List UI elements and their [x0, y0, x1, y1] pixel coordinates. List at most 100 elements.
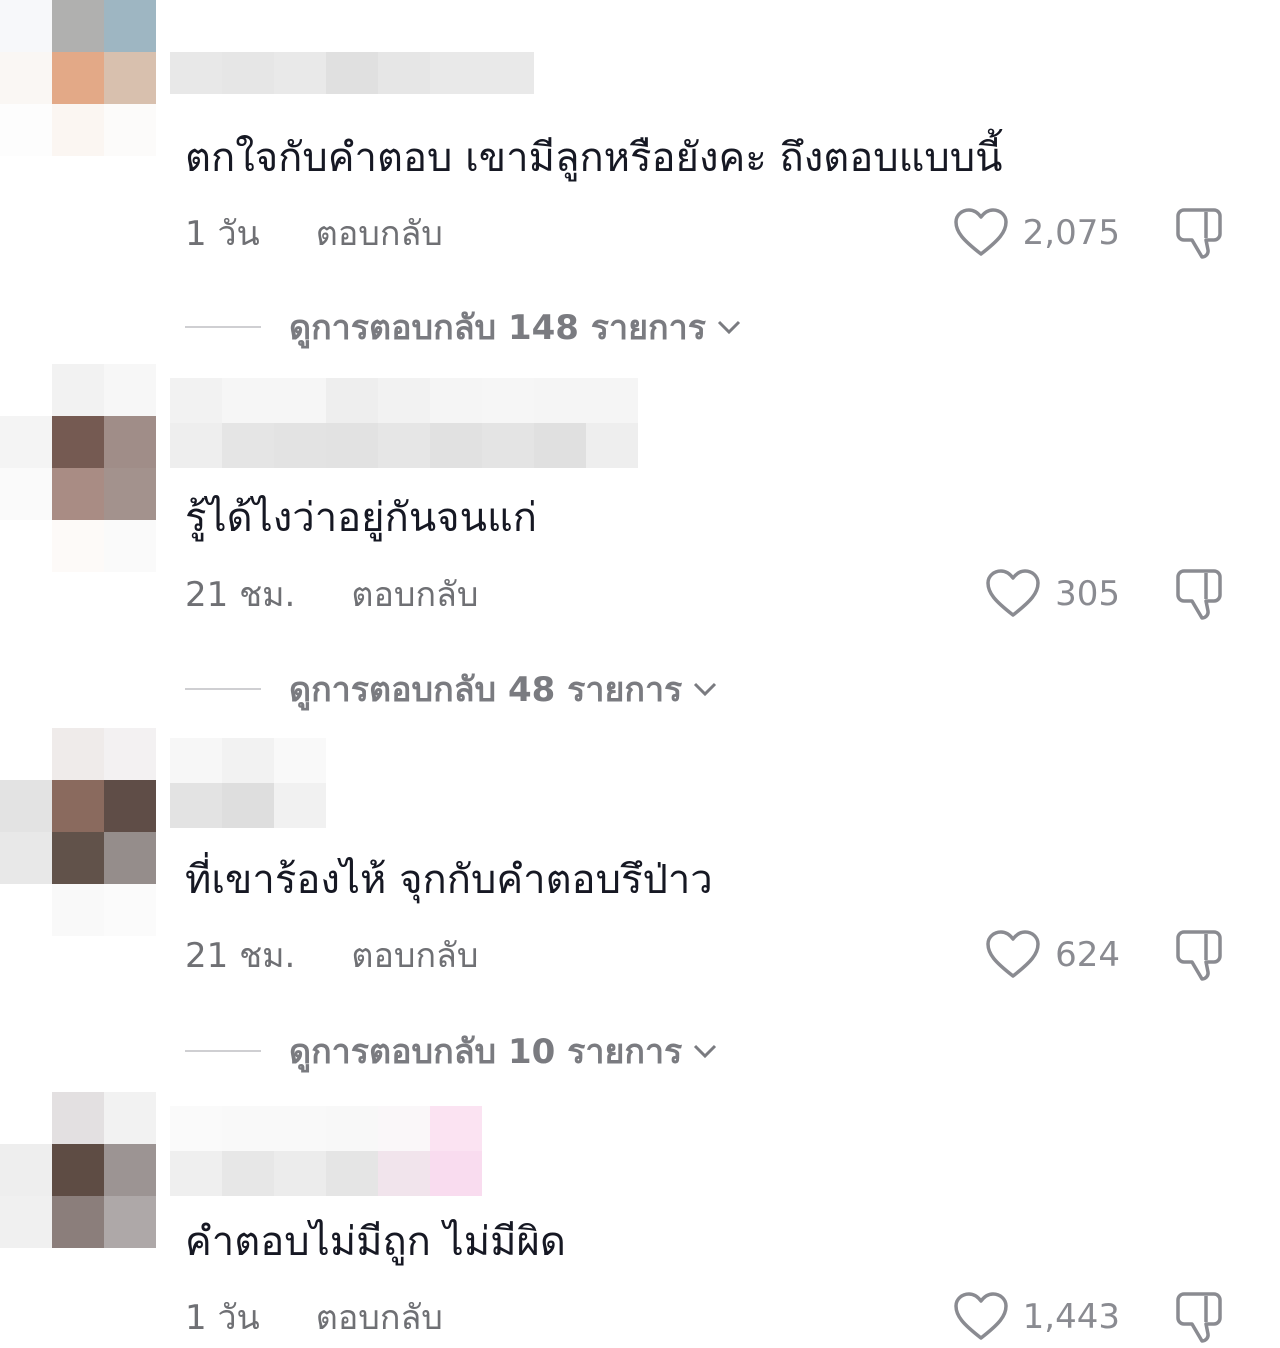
comment-time: 21 ชม.: [185, 575, 296, 615]
username-pixel: [170, 783, 222, 828]
avatar-pixel: [52, 0, 104, 52]
username-pixel: [222, 738, 274, 783]
avatar-pixel: [52, 884, 104, 936]
view-replies-label: ดูการตอบกลับ 48 รายการ: [289, 670, 683, 710]
comment-text: ตกใจกับคำตอบ เขามีลูกหรือยังคะ ถึงตอบแบบ…: [185, 135, 1003, 181]
avatar-pixel: [52, 1092, 104, 1144]
username-pixel: [430, 423, 482, 468]
like-button[interactable]: 305: [985, 569, 1120, 619]
avatar-pixel: [0, 884, 52, 936]
comment-time: 1 วัน: [185, 214, 260, 254]
username-pixel: [170, 378, 222, 423]
avatar-pixel: [104, 52, 156, 104]
username[interactable]: [170, 378, 640, 468]
avatar-pixel: [52, 520, 104, 572]
avatar-pixel: [0, 1092, 52, 1144]
avatar-pixel: [0, 1196, 52, 1248]
like-count: 2,075: [1022, 213, 1120, 253]
reply-button[interactable]: ตอบกลับ: [316, 1290, 443, 1344]
username[interactable]: [170, 738, 326, 828]
divider-line: [185, 326, 261, 328]
avatar-pixel: [104, 104, 156, 156]
comment-text: คำตอบไม่มีถูก ไม่มีผิด: [185, 1219, 566, 1265]
avatar-pixel: [0, 52, 52, 104]
avatar-pixel: [104, 728, 156, 780]
avatar-pixel: [0, 104, 52, 156]
avatar-pixel: [104, 156, 156, 208]
comment-text: ที่เขาร้องไห้ จุกกับคำตอบรึป่าว: [185, 857, 713, 903]
avatar-pixel: [0, 364, 52, 416]
avatar-pixel: [104, 884, 156, 936]
username-pixel: [222, 1151, 274, 1196]
avatar[interactable]: [0, 1092, 156, 1300]
username-pixel: [170, 1106, 222, 1151]
comment-text: รู้ได้ไงว่าอยู่กันจนแก่: [185, 495, 537, 541]
avatar-pixel: [104, 1196, 156, 1248]
avatar[interactable]: [0, 0, 156, 208]
like-count: 305: [1055, 574, 1120, 614]
avatar-pixel: [0, 468, 52, 520]
dislike-icon[interactable]: [1170, 565, 1228, 623]
comment-meta: 21 ชม. ตอบกลับ: [185, 569, 478, 619]
view-replies-button[interactable]: ดูการตอบกลับ 148 รายการ: [185, 302, 742, 352]
avatar-pixel: [104, 1144, 156, 1196]
avatar-pixel: [52, 156, 104, 208]
avatar[interactable]: [0, 728, 156, 936]
view-replies-button[interactable]: ดูการตอบกลับ 48 รายการ: [185, 664, 718, 714]
username-pixel: [534, 378, 586, 423]
dislike-icon[interactable]: [1170, 204, 1228, 262]
username-pixel: [430, 1151, 482, 1196]
username-pixel: [378, 378, 430, 423]
heart-icon: [986, 569, 1040, 617]
username-pixel: [326, 1106, 378, 1151]
heart-icon: [986, 930, 1040, 978]
username[interactable]: [170, 1106, 482, 1196]
username-pixel: [378, 423, 430, 468]
username-pixel: [378, 52, 430, 94]
chevron-down-icon: [717, 320, 741, 335]
avatar-pixel: [0, 520, 52, 572]
divider-line: [185, 1050, 261, 1052]
username-pixel: [274, 52, 326, 94]
username-pixel: [170, 52, 222, 94]
like-button[interactable]: 1,443: [953, 1292, 1120, 1342]
like-button[interactable]: 624: [985, 930, 1120, 980]
username-pixel: [586, 378, 638, 423]
username-pixel: [482, 52, 534, 94]
username-pixel: [274, 378, 326, 423]
username[interactable]: [170, 52, 640, 94]
reply-button[interactable]: ตอบกลับ: [351, 928, 478, 982]
username-pixel: [430, 52, 482, 94]
dislike-icon[interactable]: [1170, 926, 1228, 984]
avatar-pixel: [52, 780, 104, 832]
like-count: 624: [1055, 935, 1120, 975]
heart-icon: [953, 1292, 1008, 1340]
comment-time: 21 ชม.: [185, 936, 296, 976]
avatar-pixel: [52, 104, 104, 156]
username-pixel: [534, 423, 586, 468]
like-button[interactable]: 2,075: [953, 208, 1120, 258]
avatar-pixel: [104, 1248, 156, 1300]
username-pixel: [170, 738, 222, 783]
username-pixel: [274, 1106, 326, 1151]
dislike-icon[interactable]: [1170, 1288, 1228, 1346]
avatar-pixel: [0, 416, 52, 468]
reply-button[interactable]: ตอบกลับ: [316, 206, 443, 260]
like-count: 1,443: [1022, 1297, 1120, 1337]
avatar-pixel: [0, 728, 52, 780]
username-pixel: [222, 378, 274, 423]
avatar-pixel: [104, 416, 156, 468]
username-pixel: [378, 1106, 430, 1151]
avatar-pixel: [52, 468, 104, 520]
avatar[interactable]: [0, 364, 156, 572]
username-pixel: [222, 1106, 274, 1151]
username-pixel: [274, 738, 326, 783]
comment-meta: 21 ชม. ตอบกลับ: [185, 930, 478, 980]
username-pixel: [274, 783, 326, 828]
username-pixel: [222, 423, 274, 468]
view-replies-button[interactable]: ดูการตอบกลับ 10 รายการ: [185, 1026, 718, 1076]
username-pixel: [326, 52, 378, 94]
reply-button[interactable]: ตอบกลับ: [351, 567, 478, 621]
avatar-pixel: [52, 1248, 104, 1300]
comment-meta: 1 วัน ตอบกลับ: [185, 208, 443, 258]
